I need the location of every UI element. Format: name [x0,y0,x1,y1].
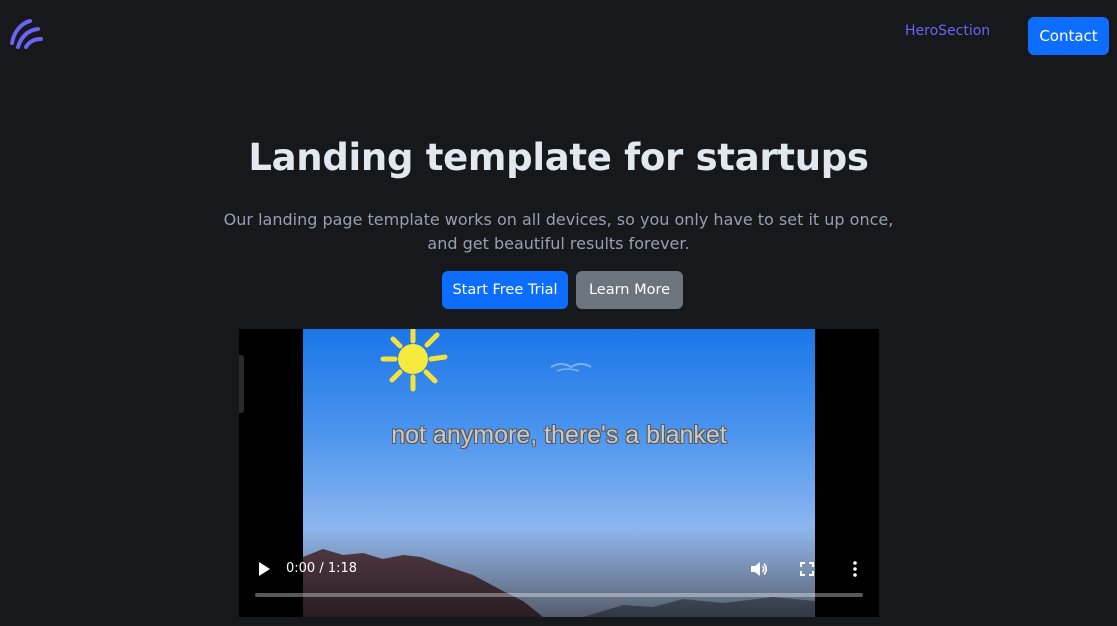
nav-link-herosection[interactable]: HeroSection [905,23,990,39]
hero-title: Landing template for startups [248,136,869,179]
video-caption: not anymore, there's a blanket [391,421,727,449]
sun-illustration [380,329,448,392]
cta-row: Start Free Trial Learn More [0,271,1117,309]
fullscreen-icon[interactable] [800,562,814,576]
more-options-icon[interactable] [851,560,859,578]
contact-button[interactable]: Contact [1028,17,1109,55]
video-time: 0:00 / 1:18 [286,561,358,576]
brand-logo-icon[interactable] [8,17,44,49]
volume-icon[interactable] [750,560,768,578]
play-icon[interactable] [257,561,271,577]
hero-subtitle: Our landing page template works on all d… [223,210,894,253]
video-player[interactable]: not anymore, there's a blanket 0:00 / 1:… [239,329,879,617]
video-progress-bar[interactable] [255,593,863,597]
video-side-handle[interactable] [239,355,244,413]
learn-more-button[interactable]: Learn More [576,271,683,309]
landing-page: HeroSection Contact Landing template for… [0,0,1117,626]
start-free-trial-button[interactable]: Start Free Trial [442,271,568,309]
bird-illustration [550,363,592,369]
